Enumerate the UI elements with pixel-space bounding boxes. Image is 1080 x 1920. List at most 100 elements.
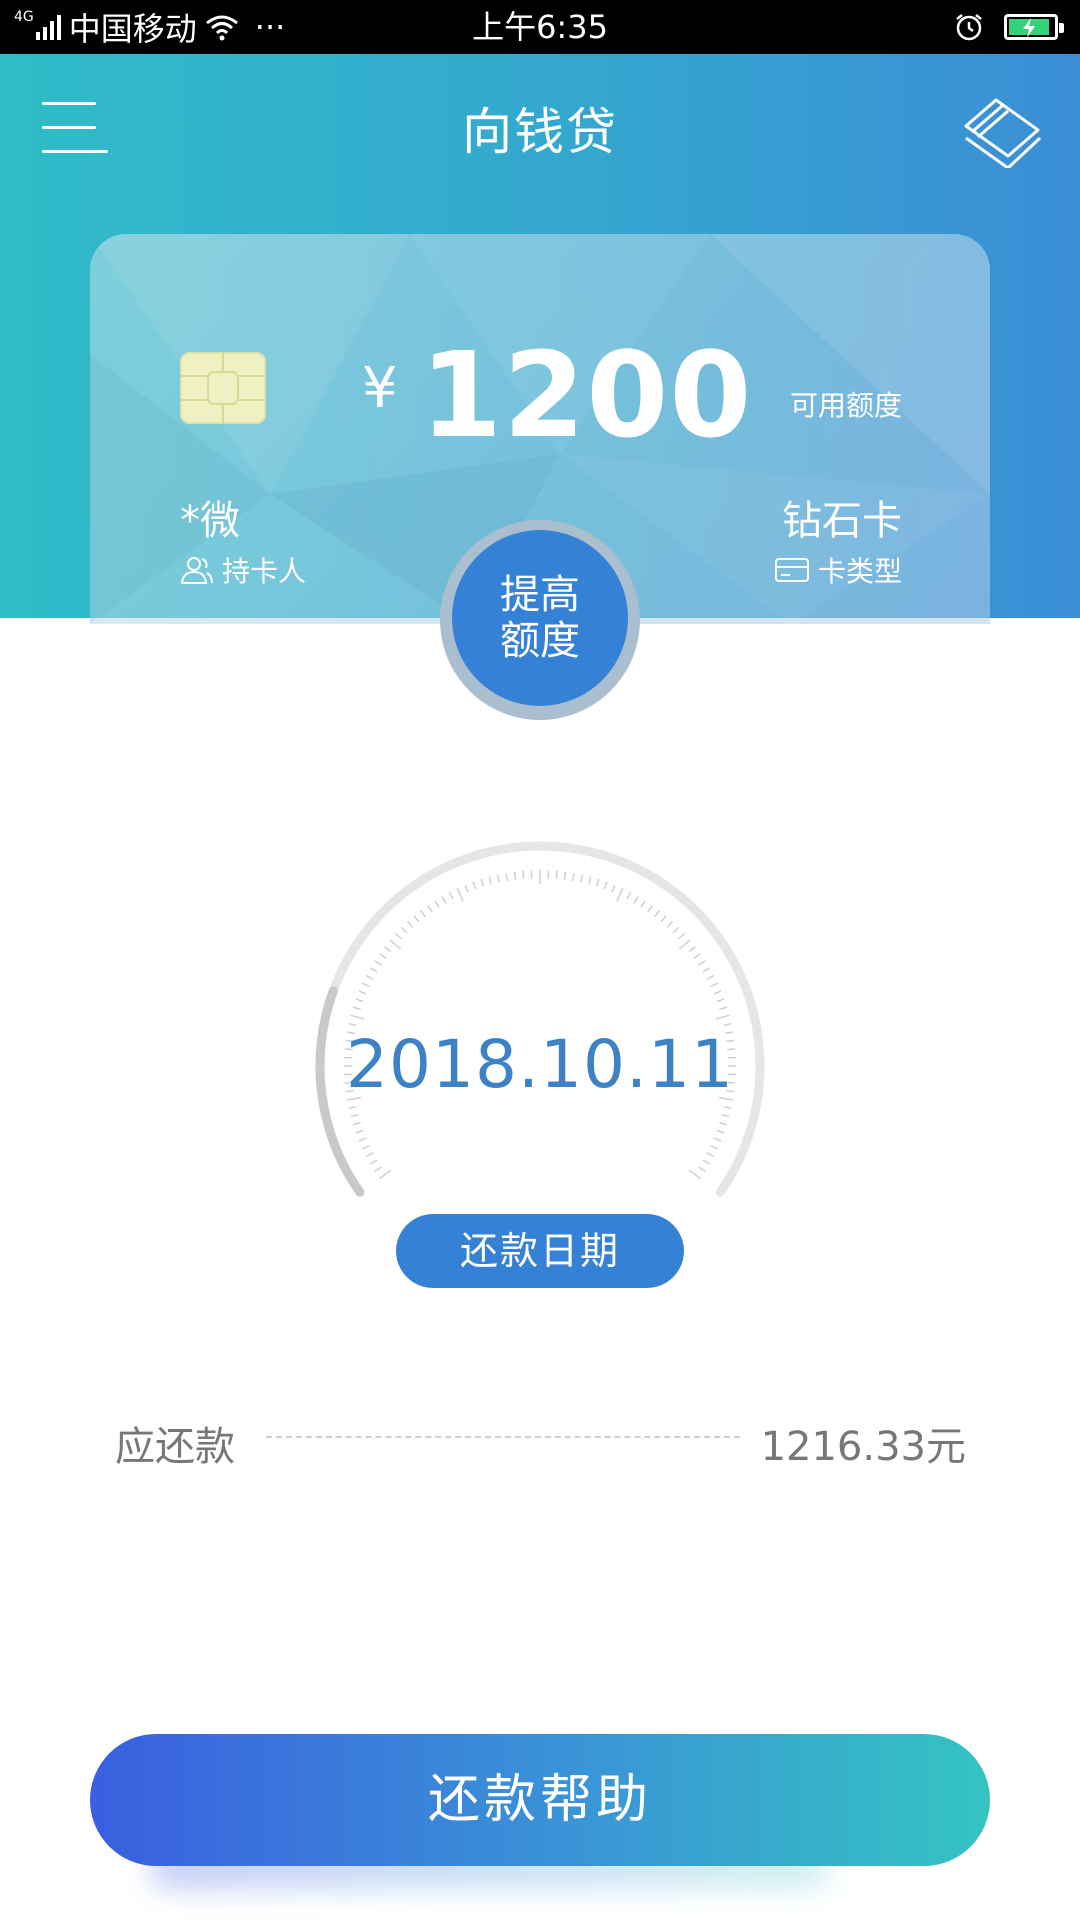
screen: 4G 中国移动 ··· 上午6:35 向钱贷 ¥ 1200 可用额度 *微 持卡… (0, 0, 1080, 1920)
card-type: 钻石卡 (782, 498, 902, 544)
gauge-tick (706, 1152, 715, 1158)
gauge-tick (369, 967, 378, 973)
gauge-tick (394, 933, 402, 940)
gauge-tick (374, 960, 382, 966)
gauge-tick (688, 946, 696, 953)
gauge-tick (716, 1129, 725, 1134)
gauge-tick (678, 933, 686, 940)
gauge-tick (579, 874, 584, 883)
gauge-tick (595, 878, 600, 887)
gauge-tick (616, 888, 624, 902)
gauge-tick (374, 1166, 382, 1172)
gauge-tick (626, 891, 632, 900)
chip-icon (180, 352, 266, 424)
gauge-tick (348, 1105, 357, 1110)
amount-due-value: 1216.33元 (760, 1424, 966, 1470)
gauge-tick (365, 974, 374, 980)
gauge-tick (702, 967, 711, 973)
gauge-tick (647, 904, 654, 913)
gauge-tick (362, 1144, 370, 1150)
raise-credit-line1: 提高 (500, 572, 580, 618)
gauge-tick (611, 884, 616, 893)
gauge-tick (355, 1129, 364, 1134)
gauge-tick (389, 939, 402, 950)
gauge-tick (496, 874, 501, 883)
amount-due-label: 应还款 (115, 1424, 235, 1470)
gauge-tick (441, 895, 447, 904)
gauge-tick (505, 872, 509, 882)
gauge-tick (698, 960, 706, 966)
gauge-tick (713, 1137, 722, 1142)
raise-credit-line2: 额度 (500, 618, 580, 664)
card-type-label: 卡类型 (817, 555, 902, 588)
gauge-tick (571, 872, 575, 882)
gauge-tick (384, 946, 392, 953)
gauge-tick (710, 982, 718, 988)
gauge-tick (407, 920, 414, 928)
gauge-tick (480, 878, 485, 887)
gauge-tick (378, 952, 387, 959)
gauge-tick (672, 926, 680, 934)
gauge-tick (426, 904, 433, 913)
gauge-tick (362, 982, 370, 988)
status-right (954, 0, 1064, 54)
gauge-tick (555, 870, 558, 879)
gauge-tick (378, 1169, 392, 1180)
gauge-tick (488, 876, 493, 885)
gauge-tick (355, 998, 364, 1003)
due-date-label: 还款日期 (396, 1214, 684, 1288)
gauge-tick (464, 884, 469, 893)
gauge-tick (352, 1121, 361, 1126)
gauge-tick (413, 915, 420, 923)
gauge-tick (678, 939, 691, 950)
gauge-tick (715, 1014, 730, 1020)
gauge-tick (710, 1144, 718, 1150)
dashed-divider (266, 1436, 740, 1438)
gauge-tick (666, 920, 673, 928)
gauge-tick (723, 1105, 732, 1110)
gauge-tick (352, 1006, 361, 1011)
gauge-tick (513, 871, 517, 880)
gauge-ticks (344, 870, 736, 1180)
gauge-tick (719, 1121, 728, 1126)
gauge-tick (448, 891, 454, 900)
gauge-tick (350, 1113, 359, 1118)
gauge-tick (456, 888, 464, 902)
available-amount: 1200 (420, 326, 753, 464)
gauge-tick (693, 952, 702, 959)
gauge-tick (434, 900, 440, 908)
cards-button[interactable] (962, 92, 1046, 170)
gauge-tick (603, 881, 608, 890)
gauge-tick (653, 910, 660, 918)
gauge-tick (706, 974, 715, 980)
gauge-tick (716, 998, 725, 1003)
gauge-tick (702, 1159, 711, 1165)
due-date: 2018.10.11 (346, 1026, 734, 1103)
holder-label: 持卡人 (222, 555, 307, 588)
gauge-tick (365, 1152, 374, 1158)
credit-card-icon (774, 558, 809, 582)
gauge-tick (633, 895, 639, 904)
gauge-tick (522, 870, 525, 879)
gauge-tick (587, 876, 592, 885)
app-title: 向钱贷 (462, 103, 618, 161)
currency-symbol: ¥ (362, 356, 398, 421)
available-label: 可用额度 (789, 389, 902, 422)
gauge-tick (688, 1169, 702, 1180)
person-icon (180, 557, 213, 584)
status-time: 上午6:35 (472, 8, 608, 46)
repayment-help-button[interactable]: 还款帮助 (90, 1734, 990, 1866)
gauge-tick (698, 1166, 706, 1172)
battery-icon (1004, 14, 1064, 40)
gauge-tick (369, 1159, 378, 1165)
gauge-tick (472, 881, 477, 890)
card-type-label-row: 卡类型 (774, 550, 902, 590)
gauge-tick (350, 1014, 365, 1020)
gauge-tick (400, 926, 408, 934)
gauge-tick (640, 900, 646, 908)
raise-credit-button[interactable]: 提高 额度 (452, 530, 628, 706)
alarm-icon (956, 14, 982, 41)
gauge-tick (721, 1113, 730, 1118)
gauge-tick (420, 910, 427, 918)
gauge-tick (563, 871, 567, 880)
